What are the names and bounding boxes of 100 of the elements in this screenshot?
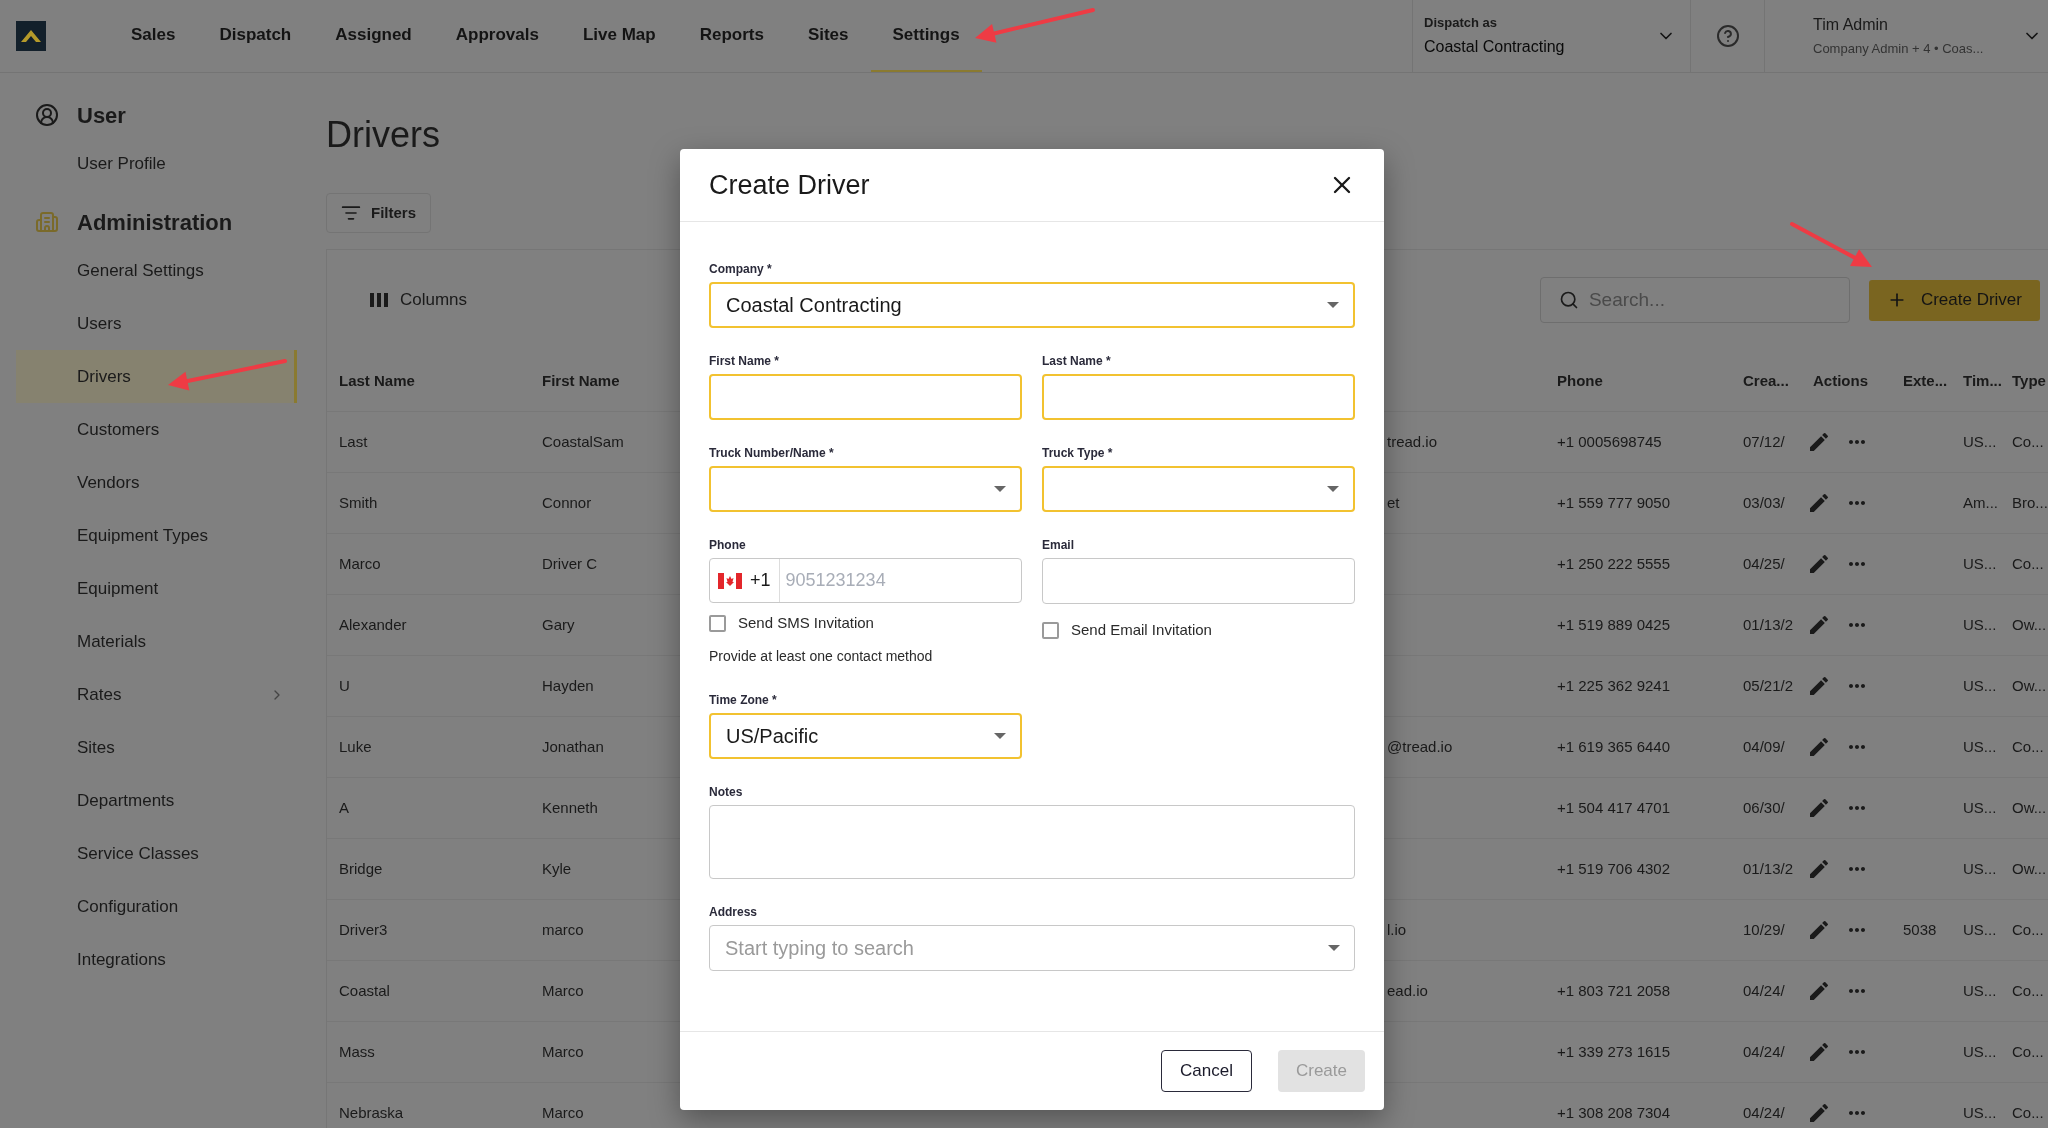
logo-icon[interactable]: [16, 21, 46, 51]
nav-tab[interactable]: Sales: [109, 0, 198, 72]
help-icon[interactable]: [1715, 24, 1740, 48]
column-header[interactable]: First Name: [542, 371, 620, 389]
select-field[interactable]: Coastal Contracting: [709, 282, 1355, 328]
edit-icon[interactable]: [1807, 735, 1831, 759]
hint-text: Provide at least one contact method: [709, 646, 934, 666]
table-cell: 07/12/: [1743, 433, 1785, 450]
edit-icon[interactable]: [1807, 857, 1831, 881]
text-field[interactable]: [1042, 374, 1355, 420]
column-header[interactable]: Crea...: [1743, 371, 1789, 389]
table-cell: Marco: [542, 1104, 584, 1121]
nav-tab[interactable]: Reports: [677, 0, 786, 72]
column-header[interactable]: Actions: [1813, 371, 1868, 389]
table-cell: US...: [1963, 433, 1997, 450]
table-cell: marco: [542, 921, 584, 938]
text-field[interactable]: [1042, 558, 1355, 604]
sidebar-item[interactable]: Users: [16, 297, 297, 350]
sidebar-item[interactable]: Departments: [16, 774, 297, 827]
checkbox[interactable]: [709, 614, 726, 632]
nav-tab[interactable]: Approvals: [433, 0, 561, 72]
table-cell: +1 559 777 9050: [1557, 494, 1671, 511]
sidebar-item[interactable]: Rates: [16, 668, 297, 721]
select-field[interactable]: Start typing to search: [709, 924, 1355, 971]
table-cell: 03/03/: [1743, 494, 1785, 511]
edit-icon[interactable]: [1807, 491, 1831, 515]
sidebar-item[interactable]: Vendors: [16, 456, 297, 509]
filter-icon: [341, 203, 361, 223]
table-cell: US...: [1963, 860, 1997, 877]
table-cell: 01/13/2: [1743, 860, 1794, 877]
column-header[interactable]: Last Name: [339, 371, 415, 389]
field-label: Email: [1042, 537, 1075, 553]
phone-number-input[interactable]: 9051231234: [779, 559, 1021, 602]
field-label: Phone: [709, 537, 747, 553]
sidebar-item[interactable]: Service Classes: [16, 827, 297, 880]
edit-icon[interactable]: [1807, 918, 1831, 942]
sidebar-item[interactable]: Sites: [16, 721, 297, 774]
dispatch-as-selector[interactable]: Dispatch as Coastal Contracting: [1424, 13, 1676, 59]
checkbox[interactable]: [1042, 621, 1059, 639]
caret-icon: [1328, 944, 1340, 951]
filters-button[interactable]: Filters: [326, 193, 431, 233]
table-cell: Co...: [2012, 555, 2044, 572]
table-cell: Kyle: [542, 860, 572, 877]
column-header[interactable]: Exte...: [1903, 371, 1948, 389]
table-cell: +1 519 706 4302: [1557, 860, 1671, 877]
text-field[interactable]: [709, 374, 1022, 420]
edit-icon[interactable]: [1807, 1101, 1831, 1125]
phone-field[interactable]: +1 9051231234: [709, 558, 1022, 603]
table-cell: Marco: [542, 982, 584, 999]
field-label: Truck Number/Name *: [709, 445, 835, 461]
table-cell: Ow...: [2012, 799, 2047, 816]
nav-tab[interactable]: Live Map: [560, 0, 678, 72]
user-circle-icon: [35, 103, 59, 127]
edit-icon[interactable]: [1807, 613, 1831, 637]
notes-field[interactable]: [709, 804, 1355, 879]
table-cell: ead.io: [1387, 982, 1428, 999]
table-cell: Bridge: [339, 860, 383, 877]
sidebar-item[interactable]: Configuration: [16, 880, 297, 933]
columns-button[interactable]: Columns: [370, 287, 468, 313]
user-menu[interactable]: Tim Admin Company Admin + 4 • Coas...: [1813, 13, 2042, 59]
caret-icon: [994, 486, 1006, 492]
edit-icon[interactable]: [1807, 674, 1831, 698]
select-field[interactable]: [1042, 466, 1355, 512]
create-driver-button[interactable]: Create Driver: [1868, 279, 2040, 321]
select-field[interactable]: [709, 466, 1022, 512]
sidebar-item[interactable]: Equipment Types: [16, 509, 297, 562]
table-cell: US...: [1963, 1104, 1997, 1121]
edit-icon[interactable]: [1807, 1040, 1831, 1064]
column-header[interactable]: Type: [2012, 371, 2046, 389]
nav-tab[interactable]: Dispatch: [197, 0, 314, 72]
nav-tab[interactable]: Assigned: [313, 0, 434, 72]
sidebar-item[interactable]: Customers: [16, 403, 297, 456]
table-cell: 04/24/: [1743, 1104, 1785, 1121]
sidebar-item[interactable]: Equipment: [16, 562, 297, 615]
field-label: Time Zone *: [709, 691, 778, 708]
edit-icon[interactable]: [1807, 979, 1831, 1003]
nav-tab[interactable]: Sites: [785, 0, 871, 72]
sidebar-item[interactable]: General Settings: [16, 244, 297, 297]
edit-icon[interactable]: [1807, 552, 1831, 576]
table-cell: Smith: [339, 494, 378, 511]
user-role: Company Admin + 4 • Coas...: [1813, 40, 1985, 59]
select-field[interactable]: US/Pacific: [709, 712, 1022, 759]
sidebar-item[interactable]: Integrations: [16, 933, 297, 986]
field-label: Notes: [709, 783, 744, 800]
table-cell: Co...: [2012, 921, 2044, 938]
field-label: Last Name *: [1042, 353, 1112, 369]
column-header[interactable]: Phone: [1557, 371, 1603, 389]
column-header[interactable]: Tim...: [1963, 371, 2002, 389]
edit-icon[interactable]: [1807, 430, 1831, 454]
table-cell: 04/25/: [1743, 555, 1785, 572]
dispatch-as-value: Coastal Contracting: [1424, 36, 1566, 57]
cancel-button[interactable]: Cancel: [1161, 1050, 1252, 1092]
edit-icon[interactable]: [1807, 796, 1831, 820]
sidebar-item[interactable]: Materials: [16, 615, 297, 668]
table-cell: Marco: [339, 555, 381, 572]
sidebar-item[interactable]: User Profile: [16, 137, 297, 190]
sidebar-item[interactable]: Drivers: [16, 350, 297, 403]
table-cell: 10/29/: [1743, 921, 1785, 938]
table-cell: 04/24/: [1743, 982, 1785, 999]
table-cell: 06/30/: [1743, 799, 1785, 816]
